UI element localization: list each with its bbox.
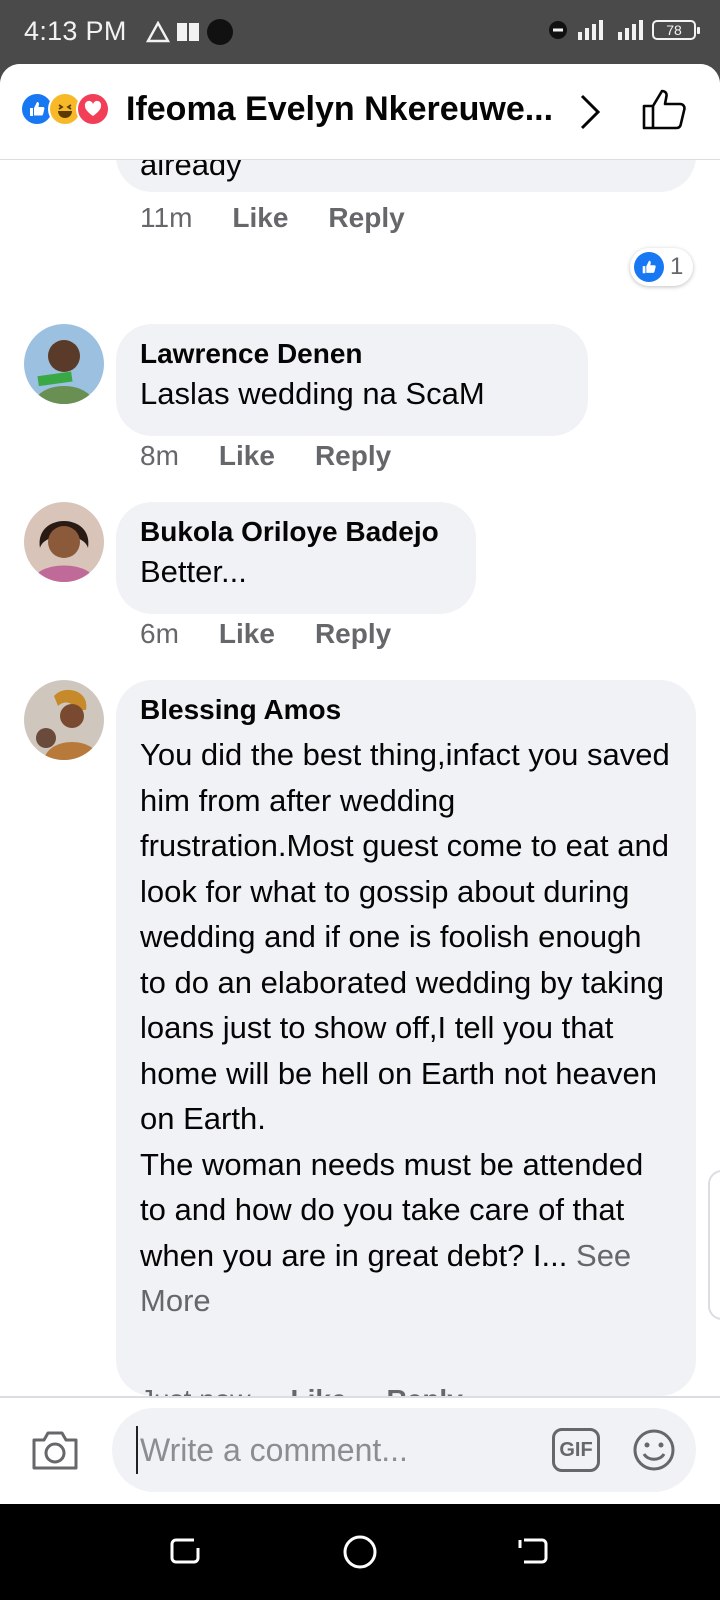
scroll-handle[interactable] [708, 1170, 720, 1320]
comment-text: Laslas wedding na ScaM [140, 376, 485, 411]
comment-bubble[interactable]: already [116, 160, 696, 192]
like-button[interactable]: Like [232, 202, 288, 234]
signal-icon [578, 20, 603, 40]
post-header: Ifeoma Evelyn Nkereuwe... [0, 64, 720, 160]
comment-actions: 6m Like Reply [140, 618, 391, 650]
comment-time: 11m [140, 202, 193, 233]
reaction-count-badge[interactable]: 1 [630, 248, 694, 286]
avatar[interactable] [24, 502, 104, 582]
comment-body: You did the best thing,infact you saved … [140, 737, 670, 1273]
comments-list[interactable]: already 11m Like Reply 1 Lawrence Denen … [0, 160, 720, 1396]
comment-composer: GIF [0, 1396, 720, 1504]
reply-button[interactable]: Reply [315, 618, 391, 650]
reply-button[interactable]: Reply [315, 440, 391, 472]
comment-text: You did the best thing,infact you saved … [140, 732, 672, 1324]
comment-input[interactable] [136, 1426, 506, 1474]
app-icon [177, 23, 199, 41]
system-icons: 78 [548, 18, 700, 42]
post-author-title[interactable]: Ifeoma Evelyn Nkereuwe... [126, 90, 566, 129]
comment-text: already [140, 160, 242, 182]
comment-text: Better... [140, 554, 247, 589]
recent-apps-icon[interactable] [168, 1534, 202, 1568]
comment-author[interactable]: Lawrence Denen [140, 338, 564, 370]
warning-icon [146, 21, 170, 43]
comment-author[interactable]: Blessing Amos [140, 694, 672, 726]
camera-icon[interactable] [30, 1428, 80, 1472]
thumbs-up-icon[interactable] [640, 88, 688, 132]
reactions-summary[interactable] [20, 92, 110, 126]
home-icon[interactable] [342, 1534, 378, 1570]
like-button[interactable]: Like [291, 1384, 347, 1396]
reply-button[interactable]: Reply [328, 202, 404, 234]
love-reaction-icon [76, 92, 110, 126]
notification-icons [146, 18, 234, 46]
status-bar: 4:13 PM 78 [0, 0, 720, 64]
dot-icon [207, 19, 233, 45]
comment-actions: 8m Like Reply [140, 440, 391, 472]
back-icon[interactable] [516, 1534, 550, 1568]
comment-actions: Just now Like Reply [140, 1384, 463, 1396]
dnd-icon [549, 21, 567, 39]
like-reaction-icon [634, 252, 664, 282]
comment-bubble[interactable]: Lawrence Denen Laslas wedding na ScaM [116, 324, 588, 436]
avatar[interactable] [24, 324, 104, 404]
signal-2-icon [618, 20, 643, 40]
status-time: 4:13 PM [24, 16, 127, 46]
like-button[interactable]: Like [219, 440, 275, 472]
battery-indicator: 78 [652, 20, 700, 40]
like-button[interactable]: Like [219, 618, 275, 650]
avatar[interactable] [24, 680, 104, 760]
comment-bubble[interactable]: Bukola Oriloye Badejo Better... [116, 502, 476, 614]
comment-time: 8m [140, 440, 179, 471]
navigation-bar [0, 1504, 720, 1600]
comment-time: 6m [140, 618, 179, 649]
comment-author[interactable]: Bukola Oriloye Badejo [140, 516, 452, 548]
chevron-right-icon[interactable] [578, 92, 602, 132]
gif-icon[interactable]: GIF [552, 1428, 600, 1472]
comment-bubble[interactable]: Blessing Amos You did the best thing,inf… [116, 680, 696, 1396]
reaction-count: 1 [670, 253, 684, 280]
comments-sheet: Ifeoma Evelyn Nkereuwe... already 11m Li… [0, 64, 720, 1504]
comment-input-container: GIF [112, 1408, 696, 1492]
reply-button[interactable]: Reply [387, 1384, 463, 1396]
comment-actions: 11m Like Reply [140, 202, 405, 234]
emoji-icon[interactable] [632, 1428, 676, 1472]
comment-time: Just now [140, 1384, 251, 1396]
